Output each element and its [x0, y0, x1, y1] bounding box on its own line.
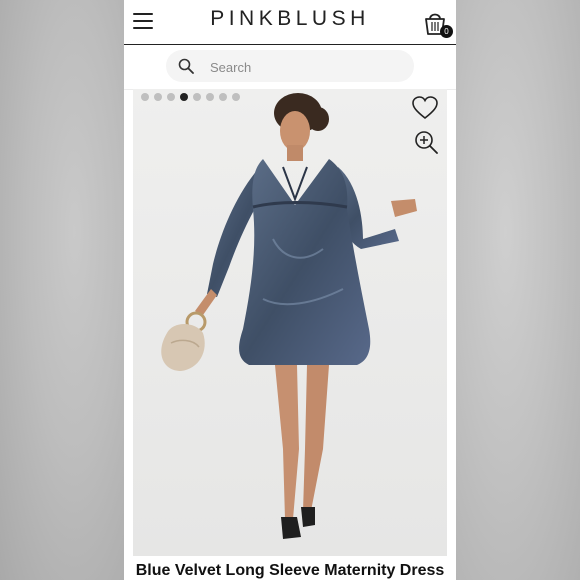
backdrop-left	[0, 0, 124, 580]
brand-logo[interactable]: PINKBLUSH	[124, 7, 456, 31]
carousel-dot[interactable]	[193, 93, 201, 101]
product-photo	[133, 89, 447, 556]
image-carousel-dots	[141, 93, 240, 101]
zoom-in-icon[interactable]	[414, 130, 438, 154]
product-image[interactable]	[133, 89, 447, 556]
carousel-dot[interactable]	[154, 93, 162, 101]
search-input[interactable]	[208, 50, 402, 84]
carousel-dot[interactable]	[180, 93, 188, 101]
carousel-dot[interactable]	[232, 93, 240, 101]
carousel-dot[interactable]	[219, 93, 227, 101]
product-title: Blue Velvet Long Sleeve Maternity Dress	[135, 562, 445, 579]
cart-count-badge: 0	[440, 25, 453, 38]
search-box[interactable]	[166, 50, 414, 84]
search-icon[interactable]	[178, 58, 194, 74]
carousel-dot[interactable]	[206, 93, 214, 101]
site-header: PINKBLUSH 0	[124, 0, 456, 45]
phone-screen: PINKBLUSH 0 Search Blue Velvet Long Slee…	[124, 0, 456, 580]
backdrop-right	[456, 0, 580, 580]
search-bar	[124, 45, 456, 90]
carousel-dot[interactable]	[167, 93, 175, 101]
carousel-dot[interactable]	[141, 93, 149, 101]
heart-icon[interactable]	[412, 96, 438, 120]
